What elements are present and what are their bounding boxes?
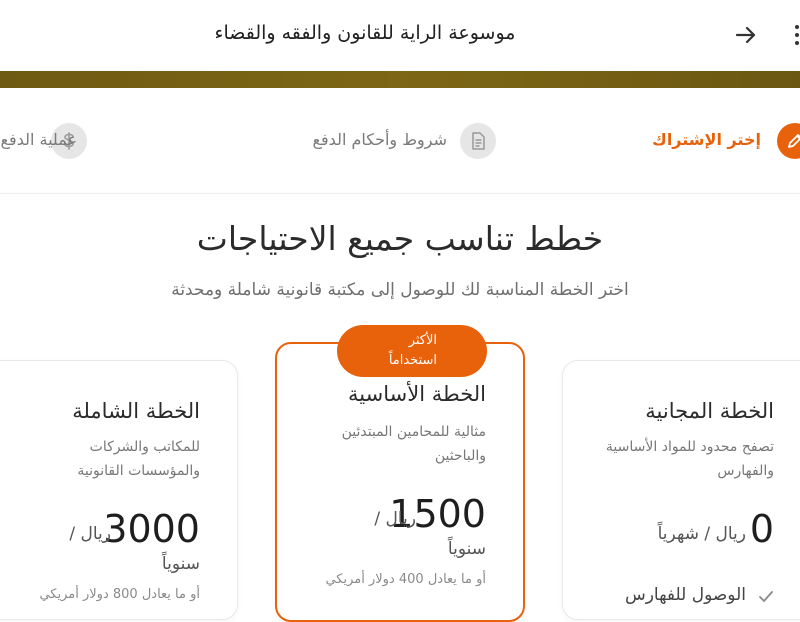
step-label: عملية الدفع	[0, 130, 77, 149]
step-label: شروط وأحكام الدفع	[312, 130, 448, 149]
app-header: موسوعة الراية للقانون والفقه والقضاء	[0, 0, 800, 71]
plan-description: مثالية للمحامين المبتدئين والباحثين	[341, 424, 486, 464]
plan-card-basic[interactable]: الخطة الأساسية مثالية للمحامين المبتدئين…	[275, 342, 525, 622]
step-label: إختر الإشتراك	[652, 130, 761, 149]
plan-price-note: أو ما يعادل 400 دولار أمريكي	[325, 572, 486, 587]
plan-description: تصفح محدود للمواد الأساسية والفهارس	[605, 439, 774, 479]
checkout-stepper: إختر الإشتراك شروط وأحكام الدفع عملية ال…	[0, 88, 800, 194]
page-title: موسوعة الراية للقانون والفقه والقضاء	[214, 22, 516, 44]
header-accent-bar	[0, 71, 800, 88]
plan-feature: الوصول للفهارس	[624, 585, 746, 605]
step-payment-terms[interactable]: شروط وأحكام الدفع	[300, 123, 500, 159]
document-icon	[460, 123, 496, 159]
badge-line: استخداماً	[388, 353, 437, 368]
badge-line: الأكثر	[408, 333, 437, 348]
plan-price-unit: ريال / شهرياً	[657, 524, 746, 544]
step-choose-subscription[interactable]: إختر الإشتراك	[652, 123, 800, 159]
plan-card-full[interactable]: الخطة الشاملة للمكاتب والشركات والمؤسسات…	[0, 360, 238, 620]
pencil-icon	[777, 123, 800, 159]
plan-price-unit: ريال /	[69, 524, 111, 544]
plan-name: الخطة الأساسية	[348, 382, 486, 406]
plan-price: 0	[749, 507, 774, 551]
arrow-right-icon[interactable]	[733, 22, 759, 48]
plan-price-period: سنوياً	[161, 554, 200, 574]
most-popular-badge: الأكثر استخداماً	[337, 325, 487, 377]
plan-price: 3000	[103, 507, 200, 551]
plan-price-period: سنوياً	[447, 539, 486, 559]
more-vertical-icon[interactable]	[790, 23, 800, 47]
check-icon	[759, 591, 773, 603]
step-payment-process[interactable]: عملية الدفع	[0, 123, 130, 159]
plan-price-unit: ريال /	[374, 509, 416, 529]
plan-description: للمكاتب والشركات والمؤسسات القانونية	[77, 439, 200, 479]
plans-heading: خطط تناسب جميع الاحتياجات	[196, 219, 604, 258]
plan-card-free[interactable]: الخطة المجانية تصفح محدود للمواد الأساسي…	[562, 360, 800, 620]
plan-name: الخطة المجانية	[645, 399, 774, 423]
plans-subheading: اختر الخطة المناسبة لك للوصول إلى مكتبة …	[171, 280, 629, 300]
plan-name: الخطة الشاملة	[72, 399, 200, 423]
